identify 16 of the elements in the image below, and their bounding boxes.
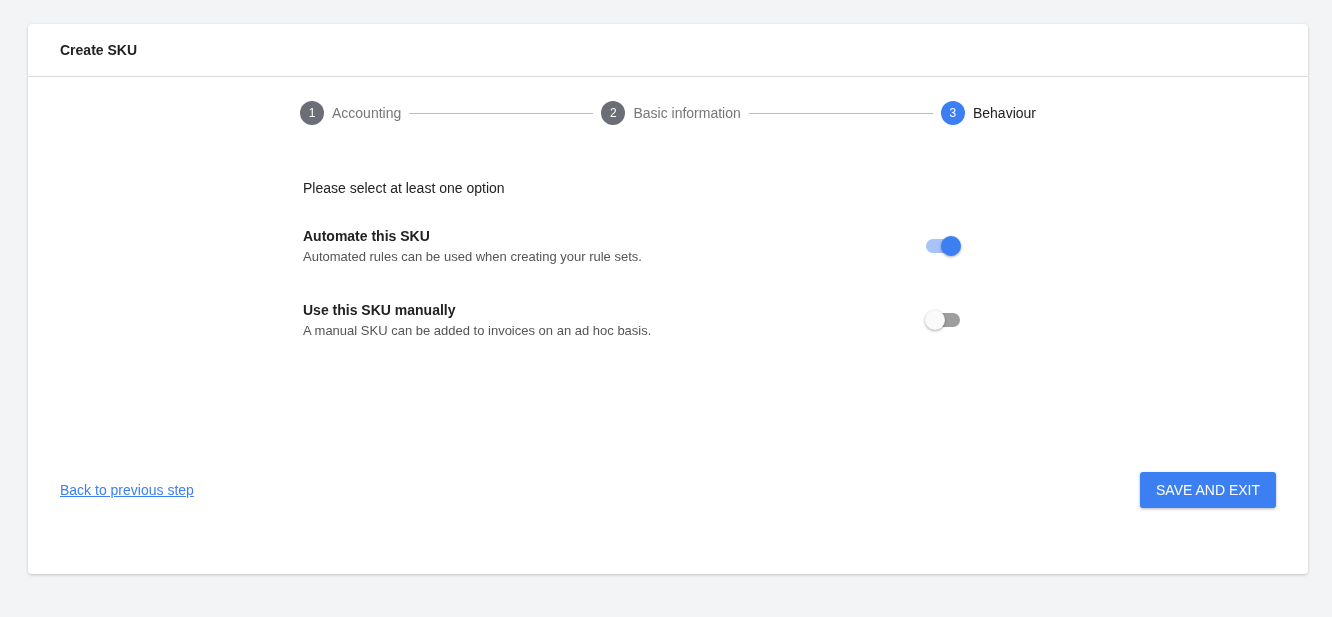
option-description: A manual SKU can be added to invoices on an ad hoc basis. xyxy=(303,323,652,338)
instruction-text: Please select at least one option xyxy=(303,180,506,196)
option-title: Use this SKU manually xyxy=(303,302,457,318)
option-title: Automate this SKU xyxy=(303,228,431,244)
back-link[interactable]: Back to previous step xyxy=(60,482,194,498)
step-number: 1 xyxy=(300,101,324,125)
step-label: Behaviour xyxy=(972,105,1036,121)
toggle-switch[interactable] xyxy=(925,310,961,330)
step-number: 3 xyxy=(940,101,965,125)
step-label: Accounting xyxy=(332,105,402,121)
option-description: Automated rules can be used when creating your rule sets. xyxy=(303,249,642,264)
card-title: Create SKU xyxy=(28,24,1308,77)
step-number: 2 xyxy=(601,101,626,125)
toggle-switch[interactable] xyxy=(925,236,961,256)
step-label: Basic information xyxy=(633,105,741,121)
save-and-exit-button[interactable]: SAVE AND EXIT xyxy=(1140,472,1276,508)
